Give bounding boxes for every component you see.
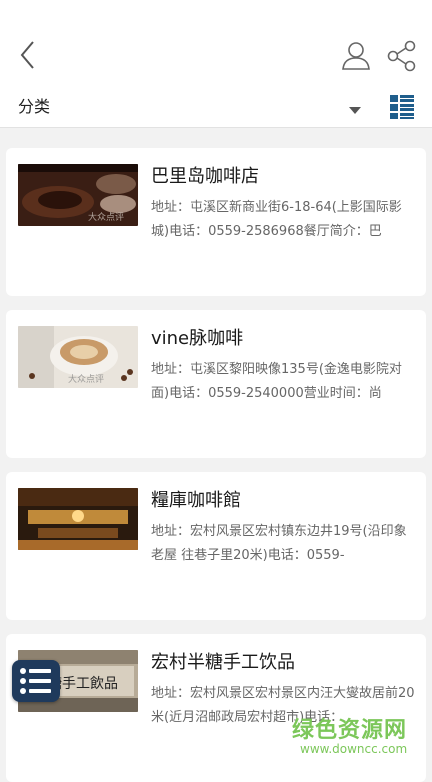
floating-menu-button[interactable] bbox=[12, 660, 60, 702]
view-toggle-button[interactable] bbox=[389, 94, 415, 120]
watermark-title: 绿色资源网 bbox=[292, 718, 408, 743]
shop-name: 宏村半糖手工饮品 bbox=[151, 652, 295, 673]
share-icon bbox=[387, 40, 416, 72]
shop-card[interactable]: 糧庫咖啡館 地址：宏村风景区宏村镇东边井19号(沿印象老屋 往巷子里20米)电话… bbox=[6, 472, 426, 620]
shop-description: 地址：屯溪区新商业街6-18-64(上影国际影城)电话：0559-2586968… bbox=[151, 200, 402, 239]
user-button[interactable] bbox=[340, 40, 372, 72]
caret-down-icon bbox=[349, 107, 361, 114]
photo-watermark: 大众点评 bbox=[88, 211, 124, 223]
shop-description: 地址：宏村风景区宏村镇东边井19号(沿印象老屋 往巷子里20米)电话：0559- bbox=[151, 524, 407, 563]
category-dropdown-button[interactable] bbox=[348, 101, 362, 114]
list-menu-icon bbox=[20, 668, 51, 694]
shop-photo: 大众点评 bbox=[18, 164, 138, 226]
filter-bar: 分类 bbox=[0, 84, 432, 128]
back-button[interactable] bbox=[14, 38, 42, 72]
top-bar bbox=[0, 0, 432, 84]
user-icon bbox=[342, 42, 370, 70]
site-watermark: 绿色资源网 www.downcc.com bbox=[292, 712, 422, 762]
shop-card[interactable]: 大众点评 巴里岛咖啡店 地址：屯溪区新商业街6-18-64(上影国际影城)电话：… bbox=[6, 148, 426, 296]
shop-name: vine脉咖啡 bbox=[151, 328, 244, 349]
chevron-left-icon bbox=[20, 41, 34, 69]
grid-list-icon bbox=[390, 95, 414, 119]
shop-name: 糧庫咖啡館 bbox=[151, 490, 241, 511]
photo-watermark: 大众点评 bbox=[68, 373, 104, 385]
shop-photo: 大众点评 bbox=[18, 326, 138, 388]
shop-description: 地址：屯溪区黎阳映像135号(金逸电影院对面)电话：0559-2540000营业… bbox=[151, 362, 402, 401]
watermark-url: www.downcc.com bbox=[300, 742, 408, 756]
shop-photo bbox=[18, 488, 138, 550]
share-button[interactable] bbox=[386, 40, 418, 72]
shop-card[interactable]: 大众点评 vine脉咖啡 地址：屯溪区黎阳映像135号(金逸电影院对面)电话：0… bbox=[6, 310, 426, 458]
shop-name: 巴里岛咖啡店 bbox=[151, 166, 259, 187]
category-dropdown-label[interactable]: 分类 bbox=[18, 93, 50, 117]
